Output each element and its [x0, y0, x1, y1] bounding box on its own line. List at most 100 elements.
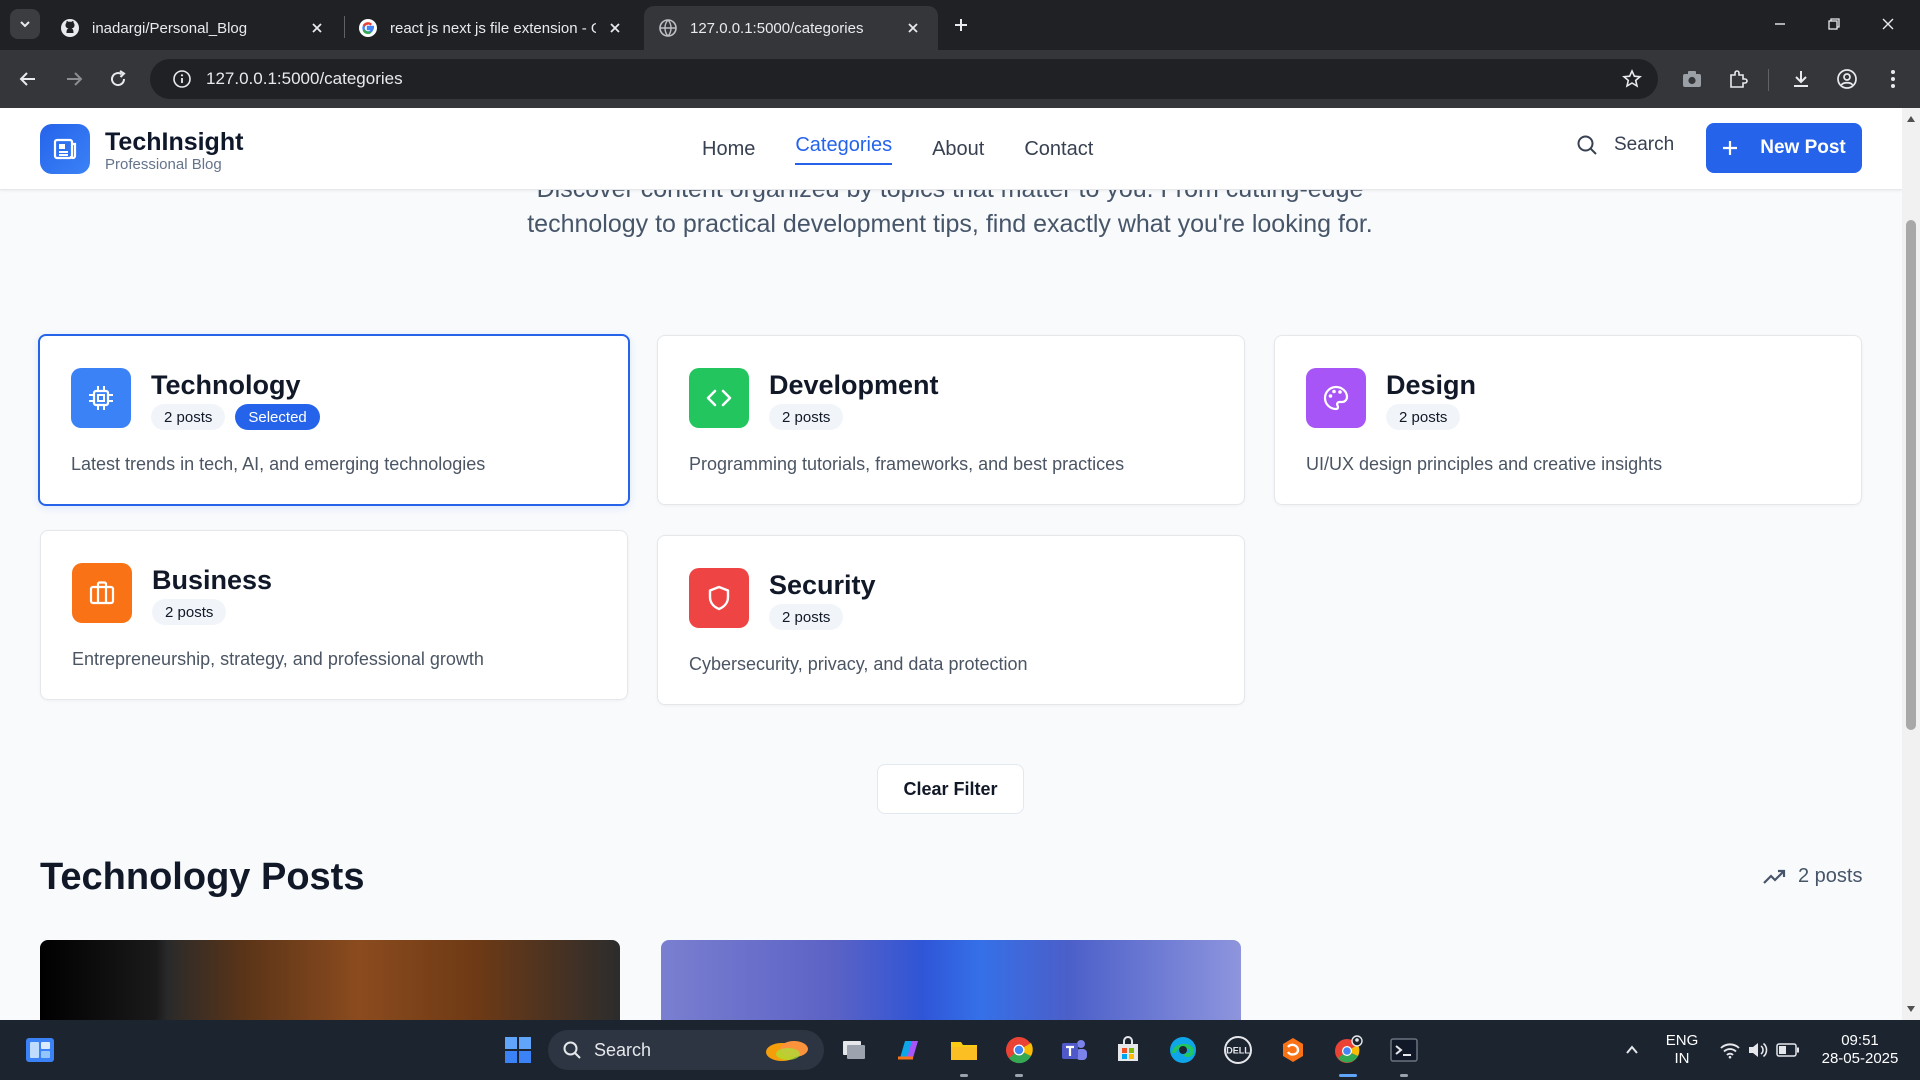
taskbar-search-label: Search	[594, 1039, 652, 1060]
selected-badge: Selected	[235, 404, 320, 430]
task-view-icon[interactable]	[834, 1030, 874, 1070]
camera-icon[interactable]	[1678, 65, 1706, 93]
category-description: UI/UX design principles and creative ins…	[1306, 454, 1663, 474]
post-count-badge: 2 posts	[769, 604, 844, 630]
clock[interactable]: 09:51 28-05-2025	[1812, 1032, 1908, 1068]
profile-icon[interactable]	[1833, 65, 1861, 93]
plus-icon	[955, 19, 967, 31]
browser-tab[interactable]: react js next js file extension - G	[344, 6, 640, 50]
copilot-icon[interactable]	[888, 1030, 928, 1070]
clear-filter-button[interactable]: Clear Filter	[877, 764, 1024, 814]
edge-icon[interactable]	[1163, 1030, 1203, 1070]
running-indicator	[960, 1074, 968, 1077]
search-highlight-icon	[766, 1041, 808, 1061]
microsoft-store-icon[interactable]	[1108, 1030, 1148, 1070]
back-button[interactable]	[14, 65, 42, 93]
site-header: TechInsight Professional Blog Home Categ…	[0, 108, 1902, 190]
page-scrollbar[interactable]	[1902, 108, 1920, 1020]
code-icon	[689, 368, 749, 428]
app-shortcut-icon[interactable]	[1273, 1030, 1313, 1070]
category-badges: 2 posts	[769, 404, 853, 430]
tab-title: inadargi/Personal_Blog	[92, 19, 248, 37]
search-icon	[563, 1041, 581, 1059]
battery-icon[interactable]	[1768, 1030, 1808, 1070]
post-count-badge: 2 posts	[769, 404, 844, 430]
terminal-icon[interactable]	[1384, 1030, 1424, 1070]
language-indicator[interactable]: ENG IN	[1664, 1032, 1700, 1068]
close-icon[interactable]	[902, 17, 924, 39]
widgets-icon[interactable]	[20, 1030, 60, 1070]
reload-button[interactable]	[104, 65, 132, 93]
download-icon[interactable]	[1787, 65, 1815, 93]
windows-start-icon[interactable]	[498, 1030, 538, 1070]
new-post-button[interactable]: New Post	[1706, 123, 1862, 173]
file-explorer-icon[interactable]	[944, 1030, 984, 1070]
brand[interactable]: TechInsight Professional Blog	[105, 128, 243, 173]
dell-icon[interactable]: DELL	[1218, 1030, 1258, 1070]
forward-button[interactable]	[60, 65, 88, 93]
category-title: Design	[1386, 370, 1477, 400]
search-button[interactable]: Search	[1576, 134, 1674, 156]
taskbar-search[interactable]: Search	[548, 1030, 824, 1070]
trending-up-icon	[1762, 868, 1788, 886]
nav-about[interactable]: About	[932, 136, 984, 165]
scroll-up-icon[interactable]	[1906, 114, 1916, 124]
extensions-icon[interactable]	[1724, 65, 1752, 93]
reload-icon	[111, 70, 126, 87]
category-description: Cybersecurity, privacy, and data protect…	[689, 654, 1028, 674]
arrow-right-icon	[67, 72, 83, 86]
clock-date: 28-05-2025	[1821, 1050, 1899, 1067]
bookmark-star-icon[interactable]	[1620, 67, 1644, 91]
browser-tab[interactable]: inadargi/Personal_Blog	[46, 6, 342, 50]
category-card-design[interactable]: Design 2 posts UI/UX design principles a…	[1274, 335, 1862, 505]
nav-categories[interactable]: Categories	[795, 132, 893, 165]
screen: inadargi/Personal_Blog react js next js …	[0, 0, 1920, 1080]
category-badges: 2 posts	[152, 599, 236, 625]
active-app-indicator	[1339, 1074, 1357, 1077]
scroll-down-icon[interactable]	[1906, 1004, 1916, 1014]
scrollbar-thumb[interactable]	[1906, 220, 1916, 730]
category-card-business[interactable]: Business 2 posts Entrepreneurship, strat…	[40, 530, 628, 700]
close-icon[interactable]	[604, 17, 626, 39]
search-icon	[1577, 135, 1597, 155]
chevron-up-icon[interactable]	[1612, 1030, 1652, 1070]
address-bar[interactable]: 127.0.0.1:5000/categories	[150, 59, 1658, 99]
category-title: Development	[769, 370, 939, 400]
arrow-left-icon	[19, 72, 35, 86]
region-code: IN	[1674, 1050, 1690, 1067]
new-tab-button[interactable]	[948, 12, 974, 38]
browser-tab-strip: inadargi/Personal_Blog react js next js …	[0, 0, 1920, 50]
chrome-profile-icon[interactable]	[1328, 1030, 1368, 1070]
github-icon	[60, 18, 80, 38]
tab-search-button[interactable]	[10, 9, 40, 39]
running-indicator	[1400, 1074, 1408, 1077]
teams-icon[interactable]	[1054, 1030, 1094, 1070]
newspaper-icon	[53, 138, 77, 160]
browser-menu-icon[interactable]	[1879, 65, 1907, 93]
language-code: ENG	[1665, 1032, 1699, 1049]
close-icon[interactable]	[306, 17, 328, 39]
cpu-chip-icon	[71, 368, 131, 428]
nav-home[interactable]: Home	[702, 136, 755, 165]
category-card-development[interactable]: Development 2 posts Programming tutorial…	[657, 335, 1245, 505]
browser-tab-active[interactable]: 127.0.0.1:5000/categories	[644, 6, 938, 50]
toolbar-divider	[1768, 69, 1769, 91]
post-card-image[interactable]	[40, 940, 620, 1020]
category-card-technology[interactable]: Technology 2 posts Selected Latest trend…	[38, 334, 630, 506]
category-description: Programming tutorials, frameworks, and b…	[689, 454, 1125, 474]
page-viewport: Discover content organized by topics tha…	[0, 108, 1902, 1020]
close-window-button[interactable]	[1860, 0, 1916, 48]
category-title: Business	[152, 565, 273, 595]
category-title: Security	[769, 570, 876, 600]
restore-button[interactable]	[1806, 0, 1862, 48]
minimize-button[interactable]	[1752, 0, 1808, 48]
minimize-icon	[1775, 23, 1785, 25]
plus-icon	[1722, 140, 1738, 156]
chrome-icon[interactable]	[999, 1030, 1039, 1070]
post-card-image[interactable]	[661, 940, 1241, 1020]
nav-contact[interactable]: Contact	[1024, 136, 1093, 165]
site-info-icon[interactable]	[162, 59, 202, 99]
site-logo[interactable]	[40, 124, 90, 174]
category-badges: 2 posts	[1386, 404, 1470, 430]
category-card-security[interactable]: Security 2 posts Cybersecurity, privacy,…	[657, 535, 1245, 705]
